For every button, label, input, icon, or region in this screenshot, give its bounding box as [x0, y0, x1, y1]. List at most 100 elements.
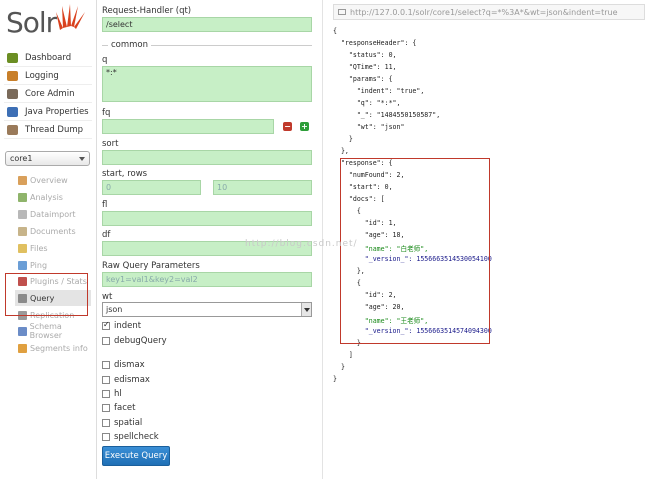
- sort-input[interactable]: [102, 150, 312, 165]
- checkbox-label: spellcheck: [114, 432, 159, 442]
- edismax-checkbox[interactable]: edismax: [102, 375, 150, 385]
- response-line: "indent": "true",: [333, 87, 425, 95]
- core-item-label: Documents: [30, 226, 76, 236]
- response-line: "q": "*:*",: [333, 99, 401, 107]
- raw-query-label: Raw Query Parameters: [102, 261, 200, 271]
- start-rows-label: start, rows: [102, 169, 148, 179]
- wt-label: wt: [102, 292, 113, 302]
- core-item-label: Ping: [30, 260, 48, 270]
- add-fq-button[interactable]: +: [300, 122, 309, 131]
- request-handler-label: Request-Handler (qt): [102, 6, 192, 16]
- indent-checkbox[interactable]: indent: [102, 320, 142, 331]
- core-item-label: Segments info: [30, 343, 88, 353]
- core-item-segments-info[interactable]: Segments info: [18, 340, 94, 356]
- segments-icon: [18, 343, 27, 353]
- execute-query-button[interactable]: Execute Query: [102, 446, 170, 466]
- highlight-box: [340, 158, 490, 344]
- checkbox-box: [102, 337, 110, 345]
- nav-logging[interactable]: Logging: [4, 68, 92, 85]
- core-selector-value: core1: [10, 154, 33, 163]
- request-handler-input[interactable]: /select: [102, 17, 312, 32]
- nav-label: Dashboard: [25, 53, 72, 63]
- nav-java-properties[interactable]: Java Properties: [4, 104, 92, 121]
- fl-input[interactable]: [102, 211, 312, 226]
- core-item-schema-browser[interactable]: Schema Browser: [18, 322, 94, 340]
- raw-query-input[interactable]: key1=val1&key2=val2: [102, 272, 312, 287]
- response-line: },: [333, 147, 349, 155]
- schema-browser-icon: [18, 326, 27, 336]
- start-input[interactable]: 0: [102, 180, 201, 195]
- core-item-analysis[interactable]: Analysis: [18, 189, 94, 205]
- core-item-documents[interactable]: Documents: [18, 223, 94, 239]
- remove-fq-button[interactable]: −: [283, 122, 292, 131]
- spellcheck-checkbox[interactable]: spellcheck: [102, 432, 159, 442]
- checkbox-label: dismax: [114, 360, 145, 370]
- checkbox-box: [102, 361, 110, 369]
- core-item-dataimport[interactable]: Dataimport: [18, 206, 94, 222]
- response-line: "wt": "json": [333, 123, 405, 131]
- spatial-checkbox[interactable]: spatial: [102, 418, 142, 428]
- sort-label: sort: [102, 139, 119, 149]
- checkbox-box: [102, 419, 110, 427]
- core-item-label: Schema Browser: [29, 322, 63, 340]
- ping-icon: [18, 260, 27, 270]
- response-line: ]: [333, 351, 353, 359]
- nav-label: Java Properties: [25, 107, 89, 117]
- core-item-label: Dataimport: [30, 209, 76, 219]
- checkbox-label: debugQuery: [114, 336, 167, 346]
- facet-checkbox[interactable]: facet: [102, 403, 135, 413]
- dismax-checkbox[interactable]: dismax: [102, 360, 145, 370]
- core-item-files[interactable]: Files: [18, 240, 94, 256]
- link-icon: [338, 9, 346, 15]
- sun-logo-icon: [56, 4, 85, 30]
- request-url-link[interactable]: http://127.0.0.1/solr/core1/select?q=*%3…: [333, 4, 645, 20]
- response-line: "responseHeader": {: [333, 39, 417, 47]
- q-label: q: [102, 55, 108, 65]
- wt-select[interactable]: json: [102, 302, 312, 317]
- rows-input[interactable]: 10: [213, 180, 312, 195]
- files-icon: [18, 243, 27, 253]
- common-legend: common: [108, 40, 152, 50]
- fq-input[interactable]: [102, 119, 274, 134]
- solr-logo[interactable]: Solr: [6, 2, 85, 42]
- core-selector[interactable]: core1: [5, 151, 90, 166]
- nav-thread-dump[interactable]: Thread Dump: [4, 122, 92, 139]
- overview-icon: [18, 175, 27, 185]
- response-line: "params": {: [333, 75, 393, 83]
- core-item-ping[interactable]: Ping: [18, 257, 94, 273]
- core-item-overview[interactable]: Overview: [18, 172, 94, 188]
- checkbox-box: [102, 376, 110, 384]
- checkbox-label: facet: [114, 403, 136, 413]
- response-line: {: [333, 27, 337, 35]
- core-item-label: Analysis: [30, 192, 63, 202]
- response-line: "QTime": 11,: [333, 63, 397, 71]
- response-line: "_": "1484550150587",: [333, 111, 441, 119]
- checkbox-box: [102, 320, 110, 330]
- debugquery-checkbox[interactable]: debugQuery: [102, 336, 167, 346]
- request-url-text: http://127.0.0.1/solr/core1/select?q=*%3…: [350, 8, 618, 17]
- highlight-box: [5, 273, 88, 316]
- nav-label: Logging: [25, 71, 59, 81]
- java-properties-icon: [7, 107, 18, 117]
- core-admin-icon: [7, 89, 18, 99]
- hl-checkbox[interactable]: hl: [102, 389, 122, 399]
- checkbox-label: edismax: [114, 375, 150, 385]
- nav-label: Core Admin: [25, 89, 75, 99]
- analysis-icon: [18, 192, 27, 202]
- logo-text: Solr: [6, 6, 57, 39]
- dashboard-icon: [7, 53, 18, 63]
- checkbox-label: indent: [114, 321, 142, 331]
- nav-core-admin[interactable]: Core Admin: [4, 86, 92, 103]
- checkbox-label: hl: [114, 389, 122, 399]
- response-line: }: [333, 375, 337, 383]
- wt-select-value: json: [106, 305, 123, 314]
- nav-label: Thread Dump: [25, 125, 84, 135]
- q-textarea[interactable]: *:*: [102, 66, 312, 102]
- checkbox-label: spatial: [114, 418, 143, 428]
- checkbox-box: [102, 404, 110, 412]
- response-line: "status": 0,: [333, 51, 397, 59]
- thread-dump-icon: [7, 125, 18, 135]
- fq-label: fq: [102, 108, 111, 118]
- chevron-down-icon: [79, 157, 85, 161]
- nav-dashboard[interactable]: Dashboard: [4, 50, 92, 67]
